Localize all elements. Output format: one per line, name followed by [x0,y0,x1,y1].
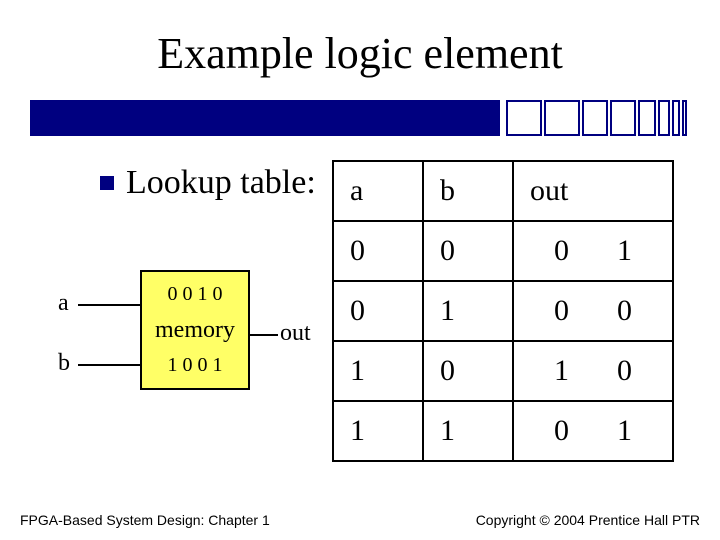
stripe-box [544,100,580,136]
input-a-label: a [58,290,69,317]
table-row: 0 1 0 0 [333,281,673,341]
stripe-box [672,100,680,136]
output-label: out [280,320,311,347]
bullet-text: Lookup table: [126,164,316,202]
cell-a: 0 [333,221,423,281]
slide-title: Example logic element [0,0,720,79]
bullet-row: Lookup table: [100,164,316,202]
memory-block: 0 0 1 0 memory 1 0 0 1 [140,270,250,390]
stripe-box [638,100,656,136]
cell-out-2: 1 [617,414,632,448]
cell-b: 1 [423,401,513,461]
cell-out-2: 0 [617,354,632,388]
cell-out: 0 1 [513,401,673,461]
header-a: a [333,161,423,221]
truth-table: a b out 0 0 0 1 0 1 0 0 [332,160,674,462]
footer-right: Copyright © 2004 Prentice Hall PTR [476,512,700,528]
table-row: 1 1 0 1 [333,401,673,461]
cell-out-2: 1 [617,234,632,268]
cell-a: 1 [333,341,423,401]
cell-out-2: 0 [617,294,632,328]
wire-out [250,334,278,336]
wire-a [78,304,140,306]
table-row: 0 0 0 1 [333,221,673,281]
memory-label: memory [155,317,235,344]
memory-top-bits: 0 0 1 0 [168,283,223,306]
cell-out-1: 0 [554,414,569,448]
cell-out-1: 0 [554,294,569,328]
bullet-square-icon [100,176,114,190]
cell-out-1: 0 [554,234,569,268]
stripe-solid [30,100,500,136]
stripe-box [682,100,687,136]
cell-a: 1 [333,401,423,461]
wire-b [78,364,140,366]
header-b: b [423,161,513,221]
stripe-box [506,100,542,136]
cell-a: 0 [333,281,423,341]
slide: Example logic element Lookup table: a b … [0,0,720,540]
cell-b: 1 [423,281,513,341]
table-header-row: a b out [333,161,673,221]
stripe-box [610,100,636,136]
footer-left: FPGA-Based System Design: Chapter 1 [20,512,270,528]
stripe-box [582,100,608,136]
stripe-boxes [504,100,687,136]
cell-out: 0 0 [513,281,673,341]
cell-out: 1 0 [513,341,673,401]
stripe-box [658,100,670,136]
table-row: 1 0 1 0 [333,341,673,401]
header-out: out [513,161,673,221]
memory-bottom-bits: 1 0 0 1 [168,354,223,377]
cell-b: 0 [423,341,513,401]
memory-diagram: a b 0 0 1 0 memory 1 0 0 1 out [40,260,320,420]
cell-b: 0 [423,221,513,281]
input-b-label: b [58,350,70,377]
cell-out-1: 1 [554,354,569,388]
cell-out: 0 1 [513,221,673,281]
decorative-stripe [30,100,690,136]
